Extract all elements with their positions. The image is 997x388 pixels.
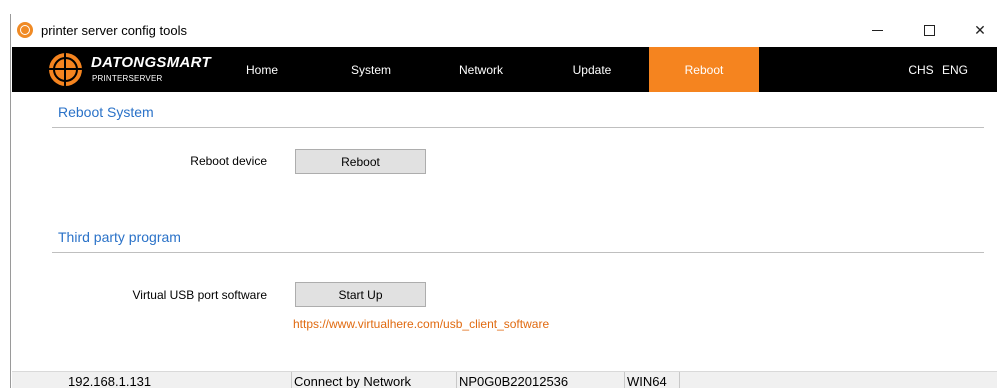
reboot-section-title: Reboot System <box>58 104 154 120</box>
virtual-usb-label: Virtual USB port software <box>132 288 267 302</box>
maximize-button[interactable] <box>906 14 952 47</box>
start-up-button[interactable]: Start Up <box>295 282 426 307</box>
status-serial: NP0G0B22012536 <box>457 372 625 388</box>
app-icon <box>17 22 33 38</box>
nav-tab-system[interactable]: System <box>331 47 411 92</box>
nav-tab-home[interactable]: Home <box>222 47 302 92</box>
minimize-button[interactable] <box>854 14 900 47</box>
status-ip: 192.168.1.131 <box>12 372 292 388</box>
window-title: printer server config tools <box>41 23 187 38</box>
nav-tab-network[interactable]: Network <box>441 47 521 92</box>
minimize-icon <box>871 30 883 31</box>
reboot-device-label: Reboot device <box>190 154 267 168</box>
brand-subtitle: PRINTERSERVER <box>92 74 163 83</box>
virtualhere-link[interactable]: https://www.virtualhere.com/usb_client_s… <box>293 317 549 331</box>
third-party-section-title: Third party program <box>58 229 181 245</box>
globe-logo-icon <box>49 53 82 86</box>
brand-name: DATONGSMART <box>91 54 211 71</box>
app-window: printer server config tools ✕ DATONGSMAR… <box>10 14 997 388</box>
section-divider <box>52 127 984 128</box>
status-connection: Connect by Network <box>292 372 457 388</box>
status-os: WIN64 <box>625 372 680 388</box>
language-eng-button[interactable]: ENG <box>939 47 971 92</box>
reboot-button[interactable]: Reboot <box>295 149 426 174</box>
nav-bar: DATONGSMART PRINTERSERVER Home System Ne… <box>12 47 997 92</box>
status-bar: 192.168.1.131 Connect by Network NP0G0B2… <box>12 371 997 388</box>
title-bar: printer server config tools ✕ <box>11 14 997 47</box>
section-divider <box>52 252 984 253</box>
language-chs-button[interactable]: CHS <box>906 47 936 92</box>
nav-tab-update[interactable]: Update <box>552 47 632 92</box>
close-button[interactable]: ✕ <box>957 14 997 47</box>
nav-tab-reboot[interactable]: Reboot <box>649 47 759 92</box>
maximize-icon <box>923 25 935 36</box>
close-icon: ✕ <box>974 22 986 38</box>
